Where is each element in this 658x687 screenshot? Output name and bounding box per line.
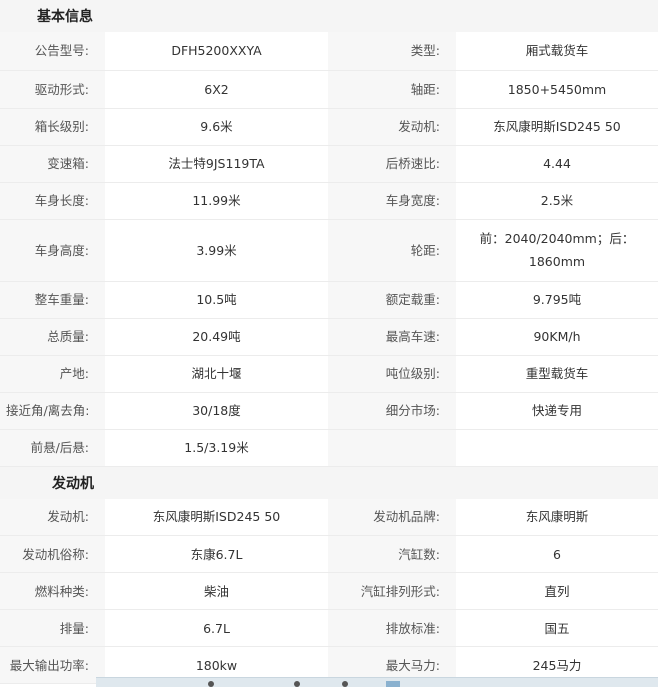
spec-label: 前悬/后悬:: [0, 429, 105, 467]
spec-value: 6.7L: [105, 609, 328, 647]
spec-value: 6X2: [105, 70, 328, 109]
table-row: 变速箱: 法士特9JS119TA 后桥速比: 4.44: [0, 145, 658, 183]
spec-label: 汽缸排列形式:: [328, 572, 456, 610]
table-row: 排量: 6.7L 排放标准: 国五: [0, 609, 658, 647]
section-title-engine: 发动机: [0, 466, 658, 499]
spec-value: 直列: [456, 572, 658, 610]
table-row: 车身长度: 11.99米 车身宽度: 2.5米: [0, 182, 658, 220]
spec-label: 变速箱:: [0, 145, 105, 183]
table-row: 整车重量: 10.5吨 额定载重: 9.795吨: [0, 281, 658, 319]
table-row: 总质量: 20.49吨 最高车速: 90KM/h: [0, 318, 658, 356]
spec-value: 9.6米: [105, 108, 328, 146]
spec-value: 20.49吨: [105, 318, 328, 356]
spec-value: 柴油: [105, 572, 328, 610]
basic-info-section: 基本信息 公告型号: DFH5200XXYA 类型: 厢式载货车 驱动形式: 6X2 轴距:…: [0, 0, 658, 467]
spec-label: 发动机俗称:: [0, 535, 105, 573]
spec-value: 2.5米: [456, 182, 658, 220]
spec-value: 快递专用: [456, 392, 658, 430]
spec-value: 前：2040/2040mm；后：1860mm: [456, 219, 658, 282]
spec-value: 9.795吨: [456, 281, 658, 319]
spec-label: 最高车速:: [328, 318, 456, 356]
spec-label: 公告型号:: [0, 32, 105, 71]
spec-label: 类型:: [328, 32, 456, 71]
basic-info-table: 公告型号: DFH5200XXYA 类型: 厢式载货车 驱动形式: 6X2 轴距: 1850+…: [0, 32, 658, 467]
table-row: 车身高度: 3.99米 轮距: 前：2040/2040mm；后：1860mm: [0, 219, 658, 282]
spec-label: [328, 429, 456, 467]
spec-value: 1.5/3.19米: [105, 429, 328, 467]
toolbar-icon[interactable]: [342, 681, 348, 687]
table-row: 产地: 湖北十堰 吨位级别: 重型载货车: [0, 355, 658, 393]
spec-label: 汽缸数:: [328, 535, 456, 573]
table-row: 发动机: 东风康明斯ISD245 50 发动机品牌: 东风康明斯: [0, 498, 658, 536]
spec-label: 接近角/离去角:: [0, 392, 105, 430]
spec-label: 车身宽度:: [328, 182, 456, 220]
spec-label: 轴距:: [328, 70, 456, 109]
section-title-basic-info: 基本信息: [0, 0, 658, 32]
toolbar-icon[interactable]: [294, 681, 300, 687]
spec-value: 重型载货车: [456, 355, 658, 393]
table-row: 前悬/后悬: 1.5/3.19米: [0, 429, 658, 467]
toolbar-icon[interactable]: [386, 681, 400, 687]
table-row: 驱动形式: 6X2 轴距: 1850+5450mm: [0, 70, 658, 109]
table-row: 箱长级别: 9.6米 发动机: 东风康明斯ISD245 50: [0, 108, 658, 146]
spec-value: 东风康明斯: [456, 498, 658, 536]
spec-value: 90KM/h: [456, 318, 658, 356]
spec-label: 轮距:: [328, 219, 456, 282]
spec-label: 发动机:: [0, 498, 105, 536]
spec-label: 排量:: [0, 609, 105, 647]
spec-value: 国五: [456, 609, 658, 647]
spec-value: 法士特9JS119TA: [105, 145, 328, 183]
spec-label: 吨位级别:: [328, 355, 456, 393]
spec-value: 4.44: [456, 145, 658, 183]
spec-label: 箱长级别:: [0, 108, 105, 146]
spec-value: 东康6.7L: [105, 535, 328, 573]
spec-label: 额定载重:: [328, 281, 456, 319]
spec-value: 厢式载货车: [456, 32, 658, 71]
spec-label: 车身长度:: [0, 182, 105, 220]
bottom-toolbar[interactable]: [96, 677, 658, 687]
spec-value: 湖北十堰: [105, 355, 328, 393]
spec-label: 排放标准:: [328, 609, 456, 647]
spec-label: 发动机品牌:: [328, 498, 456, 536]
spec-label: 整车重量:: [0, 281, 105, 319]
engine-table: 发动机: 东风康明斯ISD245 50 发动机品牌: 东风康明斯 发动机俗称: 东康6.7…: [0, 498, 658, 684]
spec-label: 燃料种类:: [0, 572, 105, 610]
table-row: 接近角/离去角: 30/18度 细分市场: 快递专用: [0, 392, 658, 430]
spec-value: 11.99米: [105, 182, 328, 220]
engine-section: 发动机 发动机: 东风康明斯ISD245 50 发动机品牌: 东风康明斯 发动机俗称: 东…: [0, 466, 658, 684]
toolbar-icon[interactable]: [208, 681, 214, 687]
spec-label: 总质量:: [0, 318, 105, 356]
spec-value: 6: [456, 535, 658, 573]
spec-label: 发动机:: [328, 108, 456, 146]
spec-label: 车身高度:: [0, 219, 105, 282]
spec-label: 驱动形式:: [0, 70, 105, 109]
table-row: 发动机俗称: 东康6.7L 汽缸数: 6: [0, 535, 658, 573]
spec-label: 最大输出功率:: [0, 646, 105, 684]
table-row: 公告型号: DFH5200XXYA 类型: 厢式载货车: [0, 32, 658, 71]
table-row: 燃料种类: 柴油 汽缸排列形式: 直列: [0, 572, 658, 610]
spec-value: 30/18度: [105, 392, 328, 430]
spec-value: 东风康明斯ISD245 50: [456, 108, 658, 146]
spec-value: 东风康明斯ISD245 50: [105, 498, 328, 536]
spec-label: 后桥速比:: [328, 145, 456, 183]
spec-value: DFH5200XXYA: [105, 32, 328, 71]
spec-label: 细分市场:: [328, 392, 456, 430]
spec-label: 产地:: [0, 355, 105, 393]
spec-value: 10.5吨: [105, 281, 328, 319]
spec-value: 3.99米: [105, 219, 328, 282]
spec-value: [456, 429, 658, 467]
spec-value: 1850+5450mm: [456, 70, 658, 109]
